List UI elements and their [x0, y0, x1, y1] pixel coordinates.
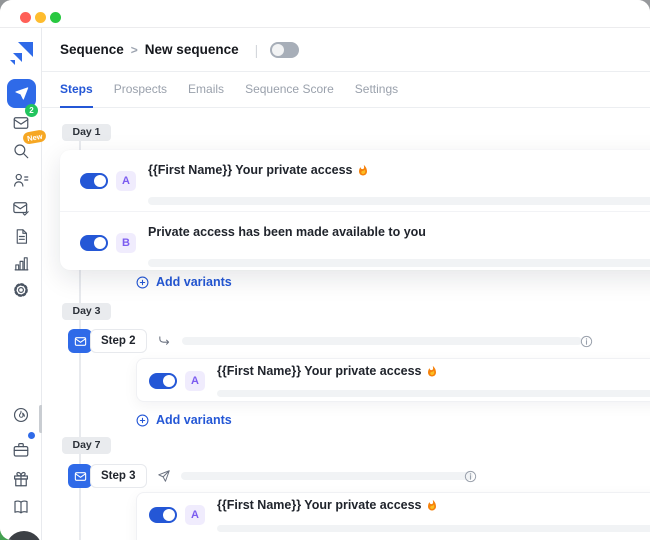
- day-badge-7: Day 7: [62, 437, 111, 454]
- reply-arrow-icon: [157, 334, 172, 348]
- email-subject[interactable]: {{First Name}} Your private access: [217, 498, 438, 512]
- send-plane-icon: [157, 469, 171, 483]
- envelope-icon: [74, 470, 87, 483]
- toggle-knob: [94, 175, 106, 187]
- sidebar-item-rewards[interactable]: [0, 464, 42, 494]
- step-2-card: A {{First Name}} Your private access: [136, 358, 650, 402]
- envelope-icon: [12, 114, 30, 132]
- fire-emoji: [426, 365, 438, 378]
- gear-icon: [12, 281, 30, 299]
- email-step-icon[interactable]: [68, 329, 92, 353]
- variant-a-toggle[interactable]: [149, 507, 177, 523]
- step-2-header: Step 2: [68, 329, 582, 353]
- fire-emoji: [426, 499, 438, 512]
- add-variants-link[interactable]: Add variants: [136, 275, 232, 289]
- breadcrumb-current: New sequence: [145, 42, 239, 57]
- variant-row-a: A {{First Name}} Your private access: [60, 150, 650, 211]
- magnifier-icon: [12, 142, 30, 160]
- step-1-card: A {{First Name}} Your private access B P…: [60, 150, 650, 270]
- day-badge-1: Day 1: [62, 124, 111, 141]
- sidebar-item-analytics[interactable]: [0, 248, 42, 278]
- person-list-icon: [12, 171, 30, 189]
- step-3-header: Step 3: [68, 464, 473, 488]
- step-3-card: A {{First Name}} Your private access: [136, 492, 650, 540]
- variant-a-badge: A: [185, 371, 205, 391]
- flame-circle-icon: [12, 406, 30, 424]
- toggle-knob: [163, 375, 175, 387]
- tab-prospects[interactable]: Prospects: [114, 72, 167, 108]
- step-summary-skeleton: [181, 472, 473, 480]
- sidebar-item-resources[interactable]: [0, 492, 42, 522]
- breadcrumb-root[interactable]: Sequence: [60, 42, 124, 57]
- info-icon[interactable]: [464, 470, 477, 483]
- info-icon[interactable]: [580, 335, 593, 348]
- paper-plane-icon: [14, 86, 29, 101]
- plus-circle-icon: [136, 414, 149, 427]
- variant-row-a: A {{First Name}} Your private access: [137, 493, 650, 537]
- gift-icon: [12, 470, 30, 488]
- breadcrumb-separator: >: [131, 43, 138, 57]
- briefcase-icon: [12, 441, 30, 459]
- fire-emoji: [357, 164, 369, 177]
- sequence-activate-toggle[interactable]: [270, 42, 299, 58]
- variant-b-toggle[interactable]: [80, 235, 108, 251]
- variant-a-badge: A: [116, 171, 136, 191]
- workspace-notification-dot: [28, 432, 35, 439]
- sidebar-item-workspace[interactable]: [0, 435, 42, 465]
- variant-row-a: A {{First Name}} Your private access: [137, 359, 650, 403]
- inbox-count-badge: 2: [25, 104, 38, 117]
- close-window-button[interactable]: [20, 12, 31, 23]
- tab-emails[interactable]: Emails: [188, 72, 224, 108]
- variant-a-toggle[interactable]: [149, 373, 177, 389]
- step-3-label[interactable]: Step 3: [90, 464, 147, 488]
- titlebar: [0, 0, 650, 28]
- tab-settings[interactable]: Settings: [355, 72, 398, 108]
- email-step-icon[interactable]: [68, 464, 92, 488]
- add-variants-link[interactable]: Add variants: [136, 413, 232, 427]
- bar-chart-icon: [13, 255, 30, 272]
- variant-a-badge: A: [185, 505, 205, 525]
- variant-row-b: B Private access has been made available…: [60, 212, 650, 273]
- email-preview-skeleton: [148, 259, 650, 267]
- zoom-window-button[interactable]: [50, 12, 61, 23]
- app-window: 2 New: [0, 0, 650, 540]
- document-icon: [13, 228, 30, 245]
- sidebar: 2 New: [0, 28, 42, 540]
- day-badge-3: Day 3: [62, 303, 111, 320]
- tab-steps[interactable]: Steps: [60, 72, 93, 108]
- envelope-check-icon: [12, 199, 30, 217]
- toggle-knob: [163, 509, 175, 521]
- app-logo-icon[interactable]: [9, 40, 35, 66]
- toggle-knob: [94, 237, 106, 249]
- book-icon: [12, 498, 30, 516]
- email-preview-skeleton: [217, 390, 650, 397]
- email-preview-skeleton: [148, 197, 650, 205]
- step-2-label[interactable]: Step 2: [90, 329, 147, 353]
- email-subject[interactable]: {{First Name}} Your private access: [148, 163, 369, 177]
- plus-circle-icon: [136, 276, 149, 289]
- sidebar-item-sent-emails[interactable]: [0, 193, 42, 223]
- tab-sequence-score[interactable]: Sequence Score: [245, 72, 334, 108]
- sidebar-item-settings[interactable]: [0, 275, 42, 305]
- sidebar-item-search[interactable]: New: [0, 136, 42, 166]
- sidebar-item-warm-up[interactable]: [0, 400, 42, 430]
- variant-b-badge: B: [116, 233, 136, 253]
- sequence-timeline: Day 1 A {{First Name}} Your private acce…: [42, 108, 650, 540]
- screenshot-stage: 2 New: [0, 0, 650, 540]
- tab-bar: Steps Prospects Emails Sequence Score Se…: [42, 72, 650, 108]
- minimize-window-button[interactable]: [35, 12, 46, 23]
- page-header: Sequence > New sequence |: [42, 28, 650, 72]
- envelope-icon: [74, 335, 87, 348]
- email-subject[interactable]: {{First Name}} Your private access: [217, 364, 438, 378]
- toggle-knob: [272, 44, 284, 56]
- variant-a-toggle[interactable]: [80, 173, 108, 189]
- step-summary-skeleton: [182, 337, 582, 345]
- header-divider: |: [255, 42, 259, 58]
- sidebar-item-contacts[interactable]: [0, 165, 42, 195]
- sidebar-item-templates[interactable]: [0, 221, 42, 251]
- email-preview-skeleton: [217, 525, 650, 532]
- email-subject[interactable]: Private access has been made available t…: [148, 225, 426, 239]
- sidebar-item-sequences[interactable]: [0, 78, 42, 108]
